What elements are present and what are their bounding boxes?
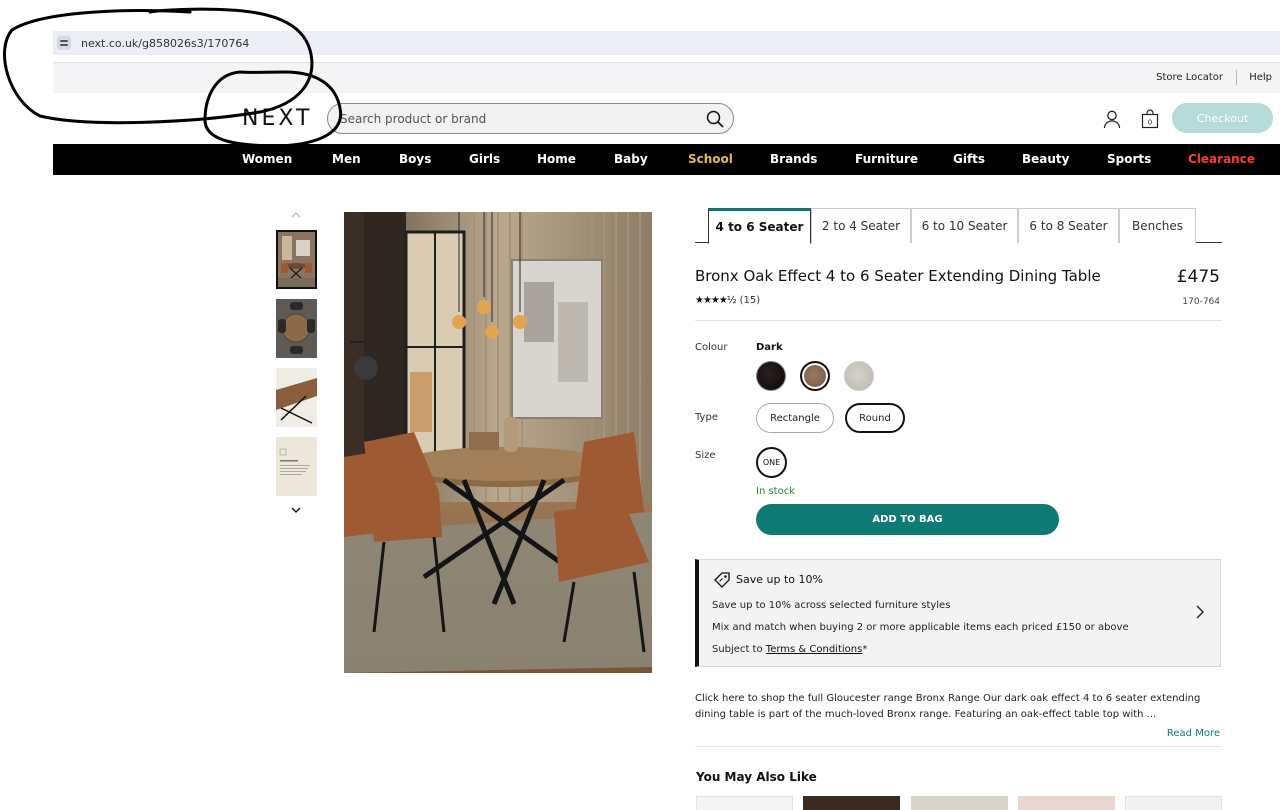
site-info-icon[interactable] <box>57 36 71 50</box>
terms-link[interactable]: Terms & Conditions <box>766 644 863 655</box>
item-code: 170-764 <box>1182 297 1220 307</box>
read-more-link[interactable]: Read More <box>1150 728 1220 739</box>
seater-tabs: 4 to 6 Seater 2 to 4 Seater 6 to 10 Seat… <box>695 208 1222 244</box>
thumbnail-4[interactable] <box>276 437 317 496</box>
nav-item-women[interactable]: Women <box>242 152 292 166</box>
tab-4-to-6-seater[interactable]: 4 to 6 Seater <box>708 208 811 244</box>
colour-swatch-black[interactable] <box>756 361 786 391</box>
help-link[interactable]: Help <box>1249 72 1272 83</box>
divider <box>695 320 1222 321</box>
store-locator-link[interactable]: Store Locator <box>1156 72 1223 83</box>
you-may-also-like-heading: You May Also Like <box>696 770 817 784</box>
review-count[interactable]: (15) <box>740 295 761 306</box>
nav-item-beauty[interactable]: Beauty <box>1022 152 1069 166</box>
price-tag-icon <box>713 571 731 593</box>
search-icon[interactable] <box>706 110 724 132</box>
promo-line-3: Subject to Terms & Conditions* <box>712 644 867 655</box>
utility-divider <box>1236 70 1237 85</box>
product-main-image[interactable] <box>344 212 652 673</box>
recommendation-card[interactable] <box>696 796 793 810</box>
utility-bar: Store Locator Help <box>53 62 1280 93</box>
stock-status: In stock <box>756 486 796 497</box>
type-option-rectangle[interactable]: Rectangle <box>756 403 834 433</box>
bag-icon[interactable]: 0 <box>1139 108 1161 130</box>
next-logo[interactable]: NEXT <box>242 106 312 131</box>
nav-item-girls[interactable]: Girls <box>469 152 500 166</box>
nav-item-school[interactable]: School <box>688 152 733 166</box>
thumbnail-3[interactable] <box>276 368 317 427</box>
type-label: Type <box>695 412 718 423</box>
nav-item-brands[interactable]: Brands <box>770 152 817 166</box>
promo-line-3-suffix: * <box>862 644 868 655</box>
promo-title: Save up to 10% <box>736 573 823 586</box>
recommendation-card[interactable] <box>1018 796 1115 810</box>
colour-swatch-dark[interactable] <box>800 361 830 391</box>
nav-item-men[interactable]: Men <box>332 152 361 166</box>
tab-6-to-8-seater[interactable]: 6 to 8 Seater <box>1018 208 1119 243</box>
type-option-round[interactable]: Round <box>845 403 905 433</box>
nav-item-clearance[interactable]: Clearance <box>1188 152 1255 166</box>
product-title: Bronx Oak Effect 4 to 6 Seater Extending… <box>695 267 1101 285</box>
product-price: £475 <box>1176 267 1220 287</box>
nav-item-baby[interactable]: Baby <box>614 152 648 166</box>
bag-count: 0 <box>1148 119 1152 127</box>
size-option-one[interactable]: ONE <box>756 447 787 478</box>
address-bar[interactable]: next.co.uk/g858026s3/170764 <box>53 31 1280 55</box>
add-to-bag-button[interactable]: ADD TO BAG <box>756 504 1059 535</box>
nav-item-home[interactable]: Home <box>537 152 576 166</box>
thumbnail-2[interactable] <box>276 299 317 358</box>
product-rating[interactable]: ★★★★½ (15) <box>695 295 760 306</box>
chevron-right-icon[interactable] <box>1194 604 1206 624</box>
search-input[interactable] <box>340 111 690 127</box>
tab-6-to-10-seater[interactable]: 6 to 10 Seater <box>911 208 1018 243</box>
divider <box>695 746 1222 747</box>
thumbnail-1[interactable] <box>276 230 317 289</box>
promo-panel[interactable]: Save up to 10% Save up to 10% across sel… <box>695 559 1221 667</box>
nav-item-boys[interactable]: Boys <box>399 152 431 166</box>
recommendation-card[interactable] <box>803 796 900 810</box>
thumbnails-down-icon[interactable] <box>289 501 303 514</box>
recommendation-card[interactable] <box>911 796 1008 810</box>
tab-2-to-4-seater[interactable]: 2 to 4 Seater <box>811 208 911 243</box>
tab-benches[interactable]: Benches <box>1119 208 1196 243</box>
promo-line-3-prefix: Subject to <box>712 644 766 655</box>
recommendation-card[interactable] <box>1125 796 1222 810</box>
account-icon[interactable] <box>1101 108 1123 130</box>
promo-line-1: Save up to 10% across selected furniture… <box>712 600 951 611</box>
promo-line-2: Mix and match when buying 2 or more appl… <box>712 622 1129 633</box>
nav-item-sports[interactable]: Sports <box>1107 152 1151 166</box>
rating-stars-icon: ★★★★½ <box>695 295 737 306</box>
product-description: Click here to shop the full Gloucester r… <box>695 693 1201 720</box>
size-label: Size <box>695 450 716 461</box>
colour-value: Dark <box>756 342 783 353</box>
colour-label: Colour <box>695 342 728 353</box>
nav-item-furniture[interactable]: Furniture <box>855 152 918 166</box>
main-nav: Women Men Boys Girls Home Baby School Br… <box>53 144 1280 175</box>
colour-swatch-grey[interactable] <box>844 361 874 391</box>
search-box[interactable] <box>327 103 734 134</box>
nav-item-gifts[interactable]: Gifts <box>953 152 985 166</box>
url-text: next.co.uk/g858026s3/170764 <box>81 36 250 50</box>
thumbnails-up-icon[interactable] <box>289 206 303 218</box>
checkout-button[interactable]: Checkout <box>1172 103 1273 133</box>
